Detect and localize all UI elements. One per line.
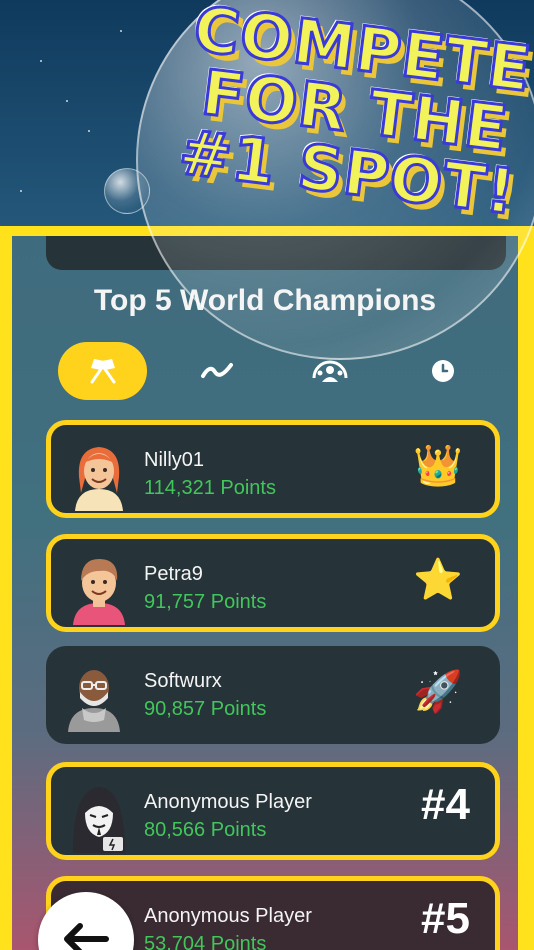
player-name: Softwurx bbox=[144, 670, 222, 692]
player-points: 90,857 Points bbox=[144, 698, 267, 720]
player-name: Petra9 bbox=[144, 563, 203, 585]
avatar bbox=[73, 559, 125, 625]
leaderboard-row-1[interactable]: Nilly01 114,321 Points 👑 bbox=[46, 420, 500, 518]
player-name: Anonymous Player bbox=[144, 905, 312, 927]
trend-icon bbox=[201, 363, 233, 378]
leaderboard-row-4[interactable]: Anonymous Player 80,566 Points #4 bbox=[46, 762, 500, 860]
rocket-icon: 🚀 bbox=[413, 670, 463, 714]
player-points: 53,704 Points bbox=[144, 933, 267, 950]
avatar bbox=[68, 670, 120, 732]
leaderboard-tabs bbox=[58, 342, 488, 400]
leaderboard-row-3[interactable]: Softwurx 90,857 Points 🚀 bbox=[46, 646, 500, 744]
player-name: Anonymous Player bbox=[144, 791, 312, 813]
player-points: 91,757 Points bbox=[144, 591, 267, 613]
avatar bbox=[73, 787, 125, 853]
player-points: 80,566 Points bbox=[144, 819, 267, 841]
rank-label: #4 bbox=[421, 780, 470, 829]
crown-icon: 👑 bbox=[413, 444, 463, 488]
tab-trending[interactable] bbox=[192, 342, 242, 400]
tab-world[interactable] bbox=[58, 342, 147, 400]
star-icon: ⭐ bbox=[413, 558, 463, 602]
promo-banner: COMPETE FOR THE #1 SPOT! bbox=[170, 0, 534, 230]
player-points: 114,321 Points bbox=[144, 477, 276, 499]
player-name: Nilly01 bbox=[144, 449, 205, 471]
arrow-left-icon bbox=[64, 923, 109, 950]
crossed-flags-icon bbox=[90, 359, 115, 384]
clock-icon bbox=[432, 360, 454, 382]
rank-label: #5 bbox=[421, 894, 470, 943]
tab-recent[interactable] bbox=[426, 342, 460, 400]
community-icon bbox=[312, 360, 348, 382]
leaderboard-row-2[interactable]: Petra9 91,757 Points ⭐ bbox=[46, 534, 500, 632]
avatar bbox=[75, 447, 123, 511]
